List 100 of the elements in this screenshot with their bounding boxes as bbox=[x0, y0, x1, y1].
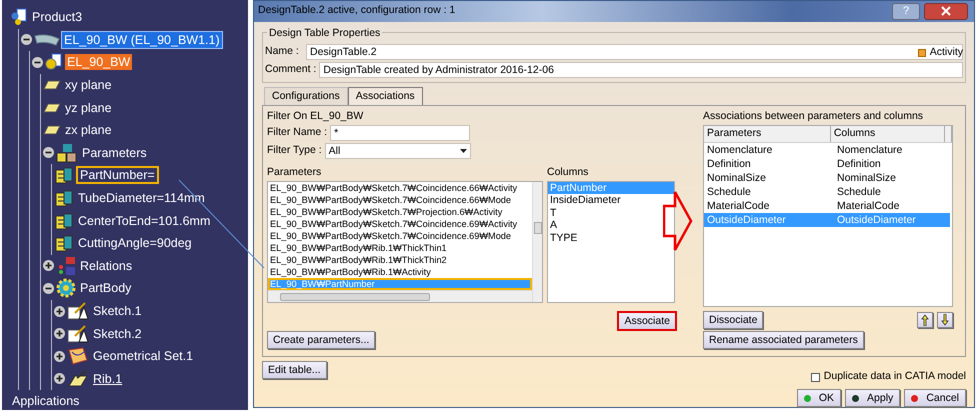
plus-icon bbox=[54, 350, 65, 362]
dialog-button[interactable]: Apply bbox=[845, 389, 900, 407]
tree-item[interactable]: CuttingAngle=90deg bbox=[76, 235, 194, 252]
table-cell-text: MaterialCode bbox=[836, 198, 900, 213]
sketch-icon bbox=[67, 301, 89, 322]
column-header[interactable]: Parameters bbox=[704, 126, 831, 142]
list-item[interactable]: EL_90_BW₩PartBody₩Sketch.7₩Coincidence.69₩Activity bbox=[268, 218, 532, 230]
expand-toggle[interactable] bbox=[43, 260, 54, 272]
table-cell-text: NominalSize bbox=[836, 170, 897, 185]
dialog-button[interactable]: Cancel bbox=[904, 389, 966, 407]
list-label: Columns bbox=[547, 165, 590, 180]
list-item[interactable]: TYPE bbox=[548, 232, 674, 244]
duplicate-checkbox[interactable] bbox=[810, 372, 820, 382]
tree-item[interactable]: CenterToEnd=101.6mm bbox=[76, 212, 212, 229]
table-row[interactable]: Nomenclature Nomenclature bbox=[704, 142, 950, 157]
tree-item[interactable]: TubeDiameter=114mm bbox=[76, 190, 207, 206]
table-cell-text: OutsideDiameter bbox=[706, 212, 787, 227]
column-header[interactable]: Columns bbox=[830, 126, 945, 142]
edit-table-button[interactable]: Edit table... bbox=[262, 361, 327, 380]
activity-label: Activity bbox=[930, 44, 963, 60]
plane-icon bbox=[43, 125, 61, 136]
plus-icon bbox=[54, 328, 65, 340]
associate-button[interactable]: Associate bbox=[617, 310, 677, 331]
tree-item[interactable]: EL_90_BW (EL_90_BW1.1) bbox=[62, 32, 222, 48]
parameter-icon bbox=[54, 212, 74, 230]
close-icon bbox=[941, 6, 951, 16]
plane-icon bbox=[43, 80, 61, 90]
table-row[interactable]: Definition Definition bbox=[704, 156, 950, 171]
list-item[interactable]: EL_90_BW₩PartBody₩Rib.1₩Activity bbox=[268, 266, 532, 278]
table-cell-text: Definition bbox=[706, 156, 752, 171]
tree-item[interactable]: Sketch.2 bbox=[91, 326, 144, 342]
list-item[interactable]: EL_90_BW₩PartBody₩Rib.1₩ThickThin2 bbox=[268, 254, 532, 266]
caret-icon bbox=[460, 149, 467, 153]
window-title: DesignTable.2 active, configuration row : 1 bbox=[258, 3, 456, 18]
close-button[interactable] bbox=[924, 2, 968, 20]
expand-toggle[interactable] bbox=[54, 306, 65, 317]
tree-item[interactable]: Product3 bbox=[30, 9, 84, 26]
tab[interactable]: Configurations bbox=[264, 86, 348, 106]
list-item[interactable]: EL_90_BW₩PartBody₩Sketch.7₩Coincidence.66₩Activity bbox=[268, 182, 532, 194]
tree-item[interactable]: Applications bbox=[10, 393, 82, 410]
sketch-icon bbox=[67, 324, 89, 344]
table-row[interactable]: Schedule Schedule bbox=[704, 184, 950, 199]
expand-toggle[interactable] bbox=[54, 373, 65, 384]
table-cell-text: OutsideDiameter bbox=[836, 212, 917, 227]
list-item[interactable]: A bbox=[548, 219, 674, 232]
tree-item[interactable]: Relations bbox=[78, 258, 134, 274]
list-item[interactable]: T bbox=[548, 206, 674, 220]
table-row[interactable]: NominalSize NominalSize bbox=[704, 170, 950, 185]
rename-button[interactable]: Rename associated parameters bbox=[703, 331, 864, 350]
expand-toggle[interactable] bbox=[54, 328, 65, 340]
status-dot-icon bbox=[804, 394, 811, 402]
table-cell-text: Definition bbox=[836, 156, 882, 171]
dissociate-button[interactable]: Dissociate bbox=[703, 311, 764, 329]
list-item[interactable]: EL_90_BW₩PartBody₩Sketch.7₩Coincidence.69₩Mode bbox=[268, 230, 532, 242]
list-item[interactable]: InsideDiameter bbox=[548, 194, 674, 207]
collapse-toggle[interactable] bbox=[43, 147, 54, 158]
collapse-toggle[interactable] bbox=[21, 34, 32, 46]
collapse-toggle[interactable] bbox=[32, 56, 43, 68]
plus-icon bbox=[54, 306, 65, 317]
dialog-button[interactable]: OK bbox=[796, 389, 842, 407]
list-item[interactable]: EL_90_BW₩PartBody₩Rib.1₩ThickThin1 bbox=[268, 242, 532, 254]
filter-caption: Filter On EL_90_BW bbox=[267, 109, 364, 124]
collapse-toggle[interactable] bbox=[43, 282, 54, 294]
list-item[interactable]: EL_90_BW₩PartBody₩Sketch.7₩Coincidence.66₩Mode bbox=[268, 194, 532, 206]
filter-name-field[interactable]: * bbox=[330, 125, 470, 141]
group-title: Design Table Properties bbox=[267, 26, 382, 42]
comment-label: Comment : bbox=[265, 62, 316, 77]
tree-item[interactable]: PartBody bbox=[78, 280, 134, 296]
tree-item[interactable]: xy plane bbox=[63, 77, 114, 94]
parameter-icon bbox=[54, 166, 74, 184]
tab[interactable]: Associations bbox=[348, 86, 423, 106]
geometrical-set-icon bbox=[67, 346, 89, 366]
down-arrow-button[interactable] bbox=[937, 312, 953, 328]
expand-toggle[interactable] bbox=[54, 350, 65, 362]
tree-item[interactable]: Rib.1 bbox=[91, 370, 124, 387]
create-parameters-button[interactable]: Create parameters... bbox=[267, 331, 376, 350]
dropdown-value: All bbox=[328, 144, 340, 158]
table-cell-text: Nomenclature bbox=[706, 142, 774, 157]
tree-item[interactable]: Sketch.1 bbox=[91, 303, 144, 320]
parameter-icon bbox=[54, 189, 74, 208]
table-cell-text: Schedule bbox=[706, 184, 752, 199]
rib-icon bbox=[67, 370, 89, 388]
list-item[interactable]: EL_90_BW₩PartBody₩Sketch.7₩Projection.6₩Activity bbox=[268, 206, 532, 218]
name-label: Name : bbox=[265, 44, 300, 59]
tree-item[interactable]: PartNumber= bbox=[76, 166, 159, 184]
filter-type-label: Filter Type : bbox=[267, 143, 322, 158]
comment-field[interactable]: DesignTable created by Administrator 2016-12-06 bbox=[319, 62, 963, 78]
vertical-scrollbar[interactable] bbox=[532, 182, 542, 302]
table-cell-text: Nomenclature bbox=[836, 142, 904, 157]
horizontal-scrollbar[interactable] bbox=[268, 290, 532, 302]
tree-item[interactable]: Geometrical Set.1 bbox=[91, 348, 196, 364]
tree-item[interactable]: Parameters bbox=[80, 144, 149, 161]
filter-type-dropdown[interactable]: All bbox=[324, 143, 471, 159]
status-dot-icon bbox=[852, 394, 860, 402]
table-row[interactable]: MaterialCode MaterialCode bbox=[704, 198, 950, 213]
table-cell-text: MaterialCode bbox=[706, 198, 770, 213]
plus-icon bbox=[43, 260, 54, 272]
tree-item[interactable]: zx plane bbox=[63, 122, 114, 138]
up-arrow-button[interactable] bbox=[917, 312, 933, 328]
tree-item[interactable]: yz plane bbox=[63, 100, 114, 116]
